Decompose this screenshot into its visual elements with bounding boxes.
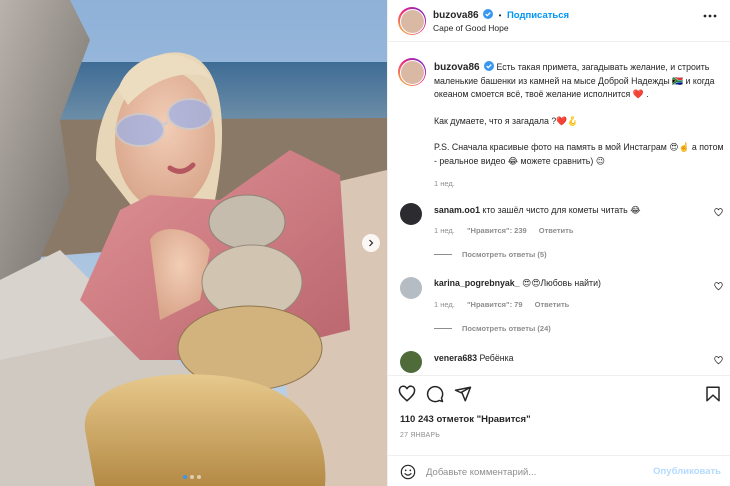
- comment-avatar[interactable]: [400, 203, 422, 225]
- post-photo[interactable]: [0, 0, 387, 486]
- comment-username[interactable]: venera683: [434, 353, 477, 363]
- publish-button[interactable]: Опубликовать: [653, 466, 721, 477]
- add-comment-input[interactable]: [426, 463, 646, 481]
- comment-username[interactable]: sanam.oo1: [434, 205, 480, 215]
- heart-icon[interactable]: [714, 208, 723, 217]
- caption: buzova86 Есть такая примета, загадывать …: [434, 61, 724, 191]
- photo-image: [0, 0, 387, 486]
- author-avatar[interactable]: [398, 7, 426, 35]
- comment-body: karina_pogrebnyak_ 😍😍Любовь найти): [434, 277, 704, 289]
- carousel-dot: [190, 475, 194, 479]
- comment-time[interactable]: 1 нед.: [434, 226, 455, 235]
- comment-text: 😍😍Любовь найти): [522, 278, 601, 288]
- post-location[interactable]: Cape of Good Hope: [433, 23, 509, 33]
- heart-icon[interactable]: [398, 385, 416, 403]
- comment-body: sanam.oo1 кто зашёл чисто для кометы чит…: [434, 204, 704, 216]
- carousel-indicator: [183, 475, 201, 479]
- likes-count[interactable]: 110 243 отметок "Нравится": [400, 414, 531, 425]
- comment-icon[interactable]: [426, 385, 444, 403]
- comment-body: venera683 Ребёнка: [434, 352, 704, 364]
- comment-meta: 1 нед. "Нравится": 79 Ответить: [434, 300, 569, 309]
- smiley-icon[interactable]: [400, 464, 416, 480]
- next-photo-button[interactable]: [362, 234, 380, 252]
- reply-button[interactable]: Ответить: [535, 300, 570, 309]
- post-side-panel: buzova86 • Подписаться Cape of Good Hope…: [387, 0, 730, 486]
- caption-username[interactable]: buzova86: [434, 62, 480, 73]
- heart-icon[interactable]: [714, 282, 723, 291]
- heart-icon[interactable]: [714, 356, 723, 365]
- post-header: buzova86 • Подписаться Cape of Good Hope: [388, 0, 730, 42]
- comment-avatar[interactable]: [400, 277, 422, 299]
- verified-badge-icon: [483, 9, 494, 19]
- reply-button[interactable]: Ответить: [539, 226, 574, 235]
- follow-button[interactable]: Подписаться: [507, 10, 569, 21]
- comment-username[interactable]: karina_pogrebnyak_: [434, 278, 520, 288]
- caption-time[interactable]: 1 нед.: [434, 177, 724, 191]
- carousel-dot: [197, 475, 201, 479]
- comment-text: кто зашёл чисто для кометы читать 😂: [482, 205, 641, 215]
- chevron-right-icon: [369, 239, 374, 247]
- author-username[interactable]: buzova86: [433, 10, 479, 21]
- caption-paragraph-2: Как думаете, что я загадала ?❤️🪝: [434, 115, 579, 126]
- carousel-dot: [183, 475, 187, 479]
- separator-dot: •: [498, 11, 502, 20]
- comments-list[interactable]: buzova86 Есть такая примета, загадывать …: [388, 43, 730, 375]
- caption-paragraph-3: P.S. Сначала красивые фото на память в м…: [434, 142, 724, 166]
- verified-badge-icon: [484, 61, 495, 71]
- comment-text: Ребёнка: [479, 353, 514, 363]
- comment-likes[interactable]: "Нравится": 79: [467, 300, 523, 309]
- comment-avatar[interactable]: [400, 351, 422, 373]
- add-comment-bar: Опубликовать: [388, 455, 730, 486]
- comment-likes[interactable]: "Нравится": 239: [467, 226, 527, 235]
- post-date[interactable]: 27 ЯНВАРЬ: [400, 432, 440, 439]
- instagram-post-modal: buzova86 • Подписаться Cape of Good Hope…: [0, 0, 730, 486]
- view-replies-button[interactable]: Посмотреть ответы (5): [434, 250, 547, 259]
- paper-plane-icon[interactable]: [454, 385, 472, 403]
- view-replies-button[interactable]: Посмотреть ответы (24): [434, 324, 551, 333]
- caption-avatar[interactable]: [398, 58, 426, 86]
- comment-time[interactable]: 1 нед.: [434, 300, 455, 309]
- comment-meta: 1 нед. "Нравится": 239 Ответить: [434, 226, 573, 235]
- more-horizontal-icon[interactable]: [703, 14, 717, 18]
- bookmark-icon[interactable]: [704, 385, 722, 403]
